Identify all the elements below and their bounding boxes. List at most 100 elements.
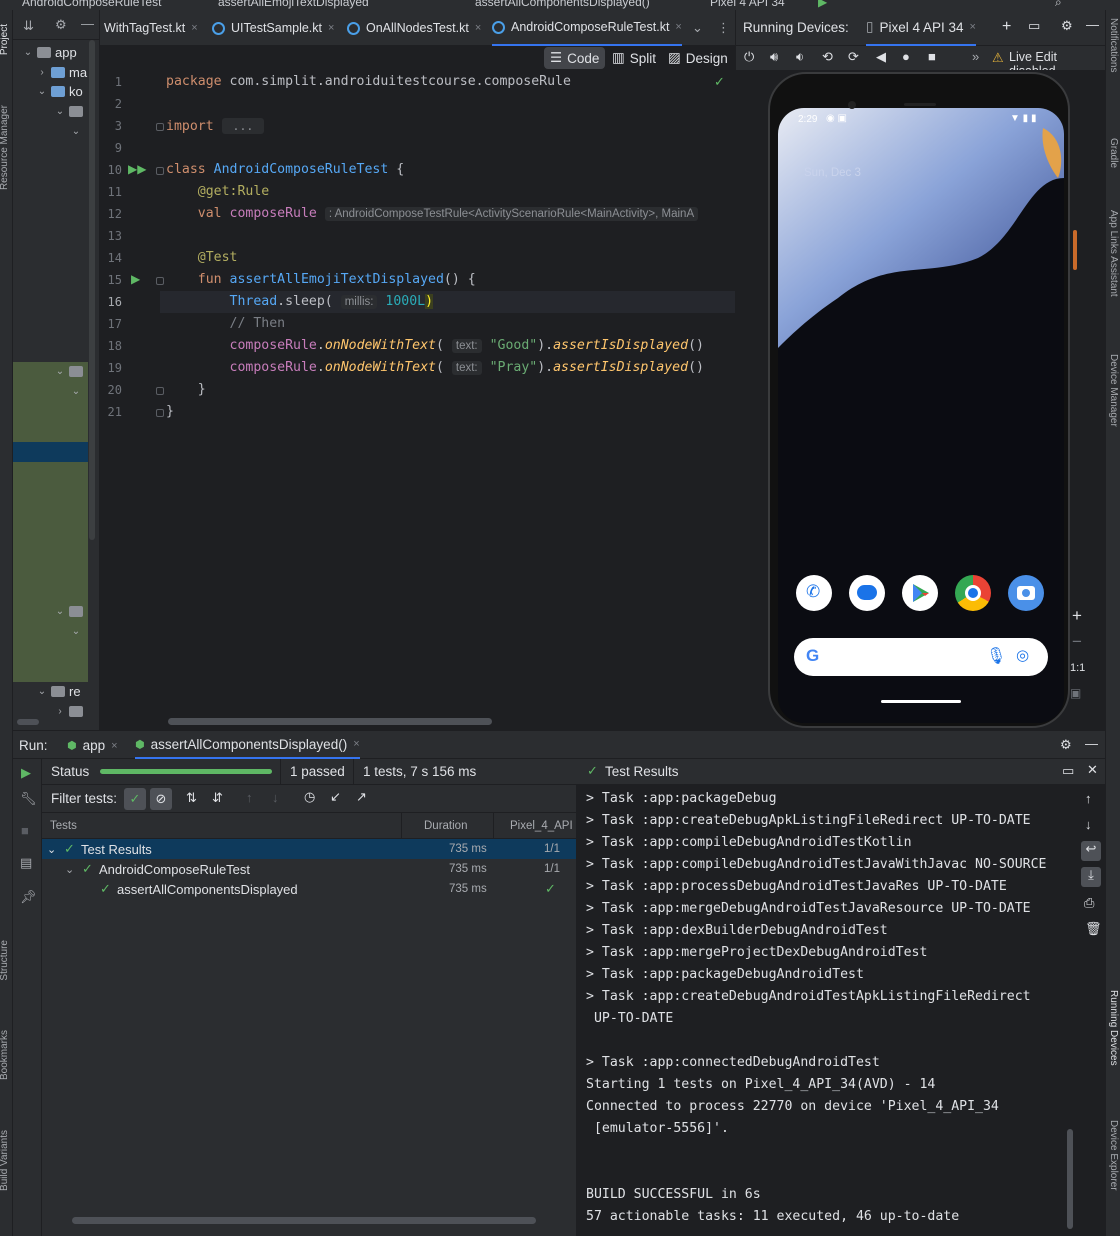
run-test-icon[interactable]: ▶ bbox=[131, 272, 140, 286]
more-actions-icon[interactable]: » bbox=[972, 49, 979, 64]
overview-icon[interactable]: ■ bbox=[928, 49, 936, 64]
close-icon[interactable]: × bbox=[475, 22, 481, 34]
selected-tree-row[interactable] bbox=[13, 442, 88, 462]
tool-window-running-devices[interactable]: Running Devices bbox=[1108, 990, 1119, 1066]
microphone-icon[interactable]: 🎙︎ bbox=[986, 646, 1006, 666]
gear-icon[interactable]: ⚙ bbox=[1060, 737, 1072, 753]
tool-window-bookmarks[interactable]: Bookmarks bbox=[0, 1030, 10, 1080]
fold-icon[interactable] bbox=[156, 409, 164, 417]
run-configuration-selector[interactable]: assertAllComponentsDisplayed() bbox=[475, 0, 650, 9]
tool-window-project[interactable]: Project bbox=[0, 24, 10, 55]
tree-item-subpackage[interactable]: ⌄ bbox=[71, 122, 81, 141]
back-icon[interactable]: ◀ bbox=[876, 49, 886, 65]
pin-icon[interactable]: 📌︎ bbox=[20, 889, 37, 905]
breadcrumb-class[interactable]: AndroidComposeRuleTest bbox=[22, 0, 161, 9]
stop-icon[interactable]: ■ bbox=[21, 823, 29, 838]
run-tab-test[interactable]: ⬢ assertAllComponentsDisplayed() × bbox=[135, 731, 360, 759]
tool-window-app-links[interactable]: App Links Assistant bbox=[1108, 210, 1119, 297]
volume-up-icon[interactable]: 🔊︎ bbox=[770, 49, 778, 65]
expand-all-icon[interactable]: ⇅ bbox=[186, 790, 197, 806]
tree-item-test[interactable]: ⌄ bbox=[55, 602, 83, 621]
power-icon[interactable]: ⏻ bbox=[744, 49, 754, 65]
scroll-up-icon[interactable]: ↑ bbox=[1085, 791, 1092, 806]
import-tests-icon[interactable]: ↙ bbox=[330, 789, 341, 805]
volume-down-icon[interactable]: 🔉︎ bbox=[796, 49, 804, 65]
tree-item-res-sub[interactable]: › bbox=[55, 702, 83, 721]
duration-column-header[interactable]: Duration bbox=[402, 813, 494, 839]
fold-icon[interactable] bbox=[156, 277, 164, 285]
tool-window-gradle[interactable]: Gradle bbox=[1108, 138, 1119, 168]
google-search-bar[interactable]: G 🎙︎ ◎ bbox=[794, 638, 1048, 676]
tree-item-res[interactable]: ⌄ re bbox=[37, 682, 81, 701]
home-icon[interactable]: ● bbox=[902, 49, 910, 64]
editor-hscrollbar[interactable] bbox=[168, 718, 492, 725]
previous-failed-icon[interactable]: ↑ bbox=[246, 790, 253, 805]
rerun-icon[interactable]: ▶ bbox=[21, 765, 31, 781]
close-icon[interactable]: × bbox=[353, 738, 359, 750]
fold-icon[interactable] bbox=[156, 123, 164, 131]
device-column-header[interactable]: Pixel_4_API bbox=[494, 813, 576, 839]
tool-window-device-explorer[interactable]: Device Explorer bbox=[1108, 1120, 1119, 1191]
add-device-icon[interactable]: + bbox=[1002, 18, 1011, 36]
project-hscrollbar[interactable] bbox=[17, 719, 39, 725]
code-editor[interactable]: 1 2 3 9 10 11 12 13 14 15 16 17 18 19 20… bbox=[100, 70, 735, 730]
zoom-out-icon[interactable]: − bbox=[1072, 632, 1082, 652]
tab-androidcomposeruletest[interactable]: AndroidComposeRuleTest.kt × bbox=[492, 10, 682, 46]
trash-icon[interactable]: 🗑︎ bbox=[1085, 921, 1102, 937]
play-store-app-icon[interactable] bbox=[902, 575, 938, 611]
tab-uitestsample[interactable]: UITestSample.kt × bbox=[212, 10, 334, 46]
tool-window-structure[interactable]: Structure bbox=[0, 940, 10, 981]
tool-window-notifications[interactable]: Notifications bbox=[1108, 18, 1119, 72]
tree-item-manifests[interactable]: › ma bbox=[37, 63, 87, 82]
test-row-root[interactable]: ⌄ ✓ Test Results 735 ms 1/1 bbox=[42, 839, 576, 859]
close-icon[interactable]: × bbox=[675, 21, 681, 33]
next-failed-icon[interactable]: ↓ bbox=[272, 790, 279, 805]
export-tests-icon[interactable]: ↗ bbox=[356, 789, 367, 805]
scroll-down-icon[interactable]: ↓ bbox=[1085, 817, 1092, 832]
scroll-to-end-toggle[interactable]: ⤓ bbox=[1081, 867, 1101, 887]
more-icon[interactable]: ⋮ bbox=[717, 20, 730, 36]
minimize-icon[interactable]: — bbox=[1086, 17, 1099, 32]
close-icon[interactable]: × bbox=[191, 22, 197, 34]
search-icon[interactable]: ⌕ bbox=[1055, 0, 1062, 10]
tree-item-package[interactable]: ⌄ bbox=[55, 102, 83, 121]
rotate-right-icon[interactable]: ⟳ bbox=[848, 49, 859, 65]
device-tab[interactable]: ▯ Pixel 4 API 34 × bbox=[866, 10, 976, 46]
tool-window-device-manager[interactable]: Device Manager bbox=[1108, 354, 1119, 427]
tab-withtagtest[interactable]: WithTagTest.kt × bbox=[104, 10, 198, 46]
tests-column-header[interactable]: Tests bbox=[42, 813, 402, 839]
fit-screen-icon[interactable]: ▣ bbox=[1070, 686, 1081, 700]
gear-icon[interactable]: ⚙ bbox=[55, 17, 67, 33]
test-tree-hscrollbar[interactable] bbox=[72, 1217, 536, 1224]
tool-window-resource-manager[interactable]: Resource Manager bbox=[0, 105, 10, 190]
project-scrollbar[interactable] bbox=[89, 40, 95, 540]
minimize-icon[interactable]: — bbox=[81, 16, 94, 31]
phone-screen[interactable]: 2:29 ◉ ▣ ▼ ▮ ▮ Sun, Dec 3 ✆ G 🎙︎ ◎ bbox=[778, 108, 1064, 723]
close-icon[interactable]: × bbox=[328, 22, 334, 34]
test-row-class[interactable]: ⌄ ✓ AndroidComposeRuleTest 735 ms 1/1 bbox=[42, 859, 576, 879]
window-options-icon[interactable]: ▭ bbox=[1028, 18, 1040, 34]
show-passed-toggle[interactable]: ✓ bbox=[124, 788, 146, 810]
gesture-nav-bar[interactable] bbox=[881, 700, 961, 703]
tree-item-androidtest-sub[interactable]: ⌄ bbox=[71, 382, 81, 401]
chrome-app-icon[interactable] bbox=[955, 575, 991, 611]
device-selector[interactable]: Pixel 4 API 34 bbox=[710, 0, 785, 9]
layout-icon[interactable]: ▤ bbox=[20, 855, 32, 871]
wrench-icon[interactable]: 🔧︎ bbox=[20, 791, 37, 807]
collapse-all-icon[interactable]: ⇊ bbox=[23, 18, 34, 34]
print-icon[interactable]: ⎙ bbox=[1084, 895, 1094, 911]
tab-onallnodestest[interactable]: OnAllNodesTest.kt × bbox=[347, 10, 481, 46]
tree-item-kotlin[interactable]: ⌄ ko bbox=[37, 82, 83, 101]
split-mode-button[interactable]: ▥ Split bbox=[606, 47, 662, 69]
test-row-method[interactable]: ✓ assertAllComponentsDisplayed 735 ms ✓ bbox=[42, 879, 576, 899]
tool-window-build-variants[interactable]: Build Variants bbox=[0, 1130, 10, 1191]
fold-icon[interactable] bbox=[156, 387, 164, 395]
run-tab-app[interactable]: ⬢ app × bbox=[67, 738, 118, 753]
test-output-console[interactable]: ✓ Test Results ▭ ✕ > Task :app:packageDe… bbox=[576, 759, 1105, 1236]
design-mode-button[interactable]: ▨ Design bbox=[662, 47, 734, 69]
phone-app-icon[interactable]: ✆ bbox=[796, 575, 832, 611]
tree-item-test-sub[interactable]: ⌄ bbox=[71, 622, 81, 641]
zoom-actual-size[interactable]: 1:1 bbox=[1070, 662, 1085, 674]
rotate-left-icon[interactable]: ⟲ bbox=[822, 49, 833, 65]
soft-wrap-toggle[interactable]: ↩ bbox=[1081, 841, 1101, 861]
